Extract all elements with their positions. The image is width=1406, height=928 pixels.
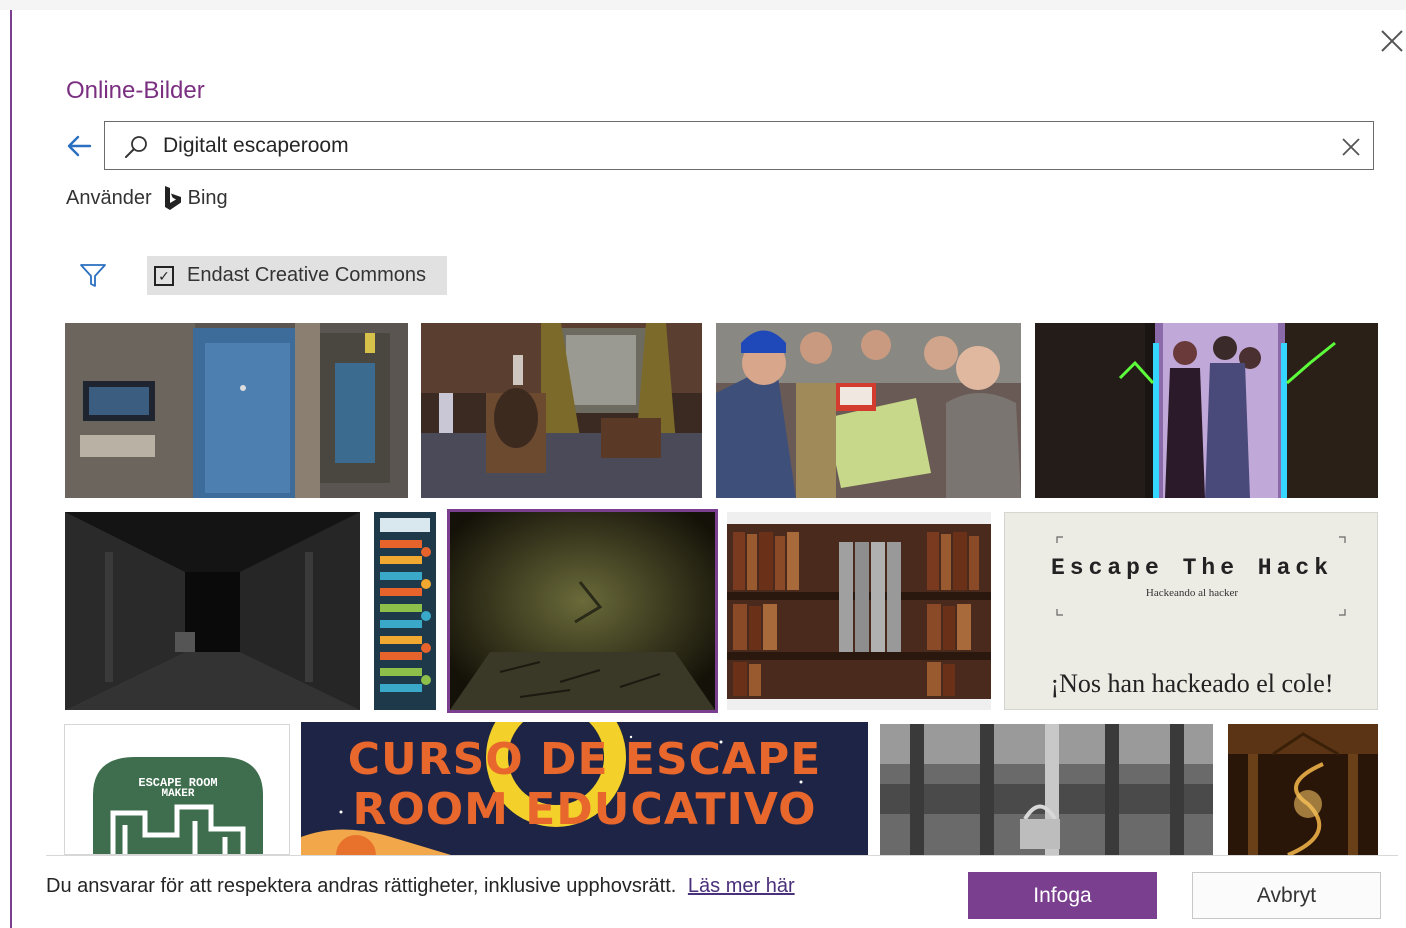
- rights-disclaimer: Du ansvarar för att respektera andras rä…: [46, 875, 795, 898]
- hack-bottom-text: ¡Nos han hackeado el cole!: [1050, 669, 1334, 698]
- search-input[interactable]: [163, 130, 1313, 162]
- thumb-industrial-door[interactable]: [65, 323, 408, 498]
- insert-button[interactable]: Infoga: [968, 872, 1157, 919]
- learn-more-link[interactable]: Läs mer här: [688, 875, 795, 897]
- maker-line2-text: MAKER: [161, 788, 195, 800]
- hack-subtitle-text: Hackeando al hacker: [1145, 587, 1239, 599]
- thumb-cave-wall[interactable]: [447, 509, 718, 713]
- creative-commons-label: Endast Creative Commons: [187, 264, 426, 286]
- bing-logo-icon: [164, 186, 181, 210]
- filter-icon[interactable]: [78, 261, 108, 291]
- disclaimer-text: Du ansvarar för att respektera andras rä…: [46, 875, 677, 897]
- provider-line: Använder Bing: [66, 184, 228, 212]
- curso-line2-text: ROOM EDUCATIVO: [352, 784, 817, 835]
- provider-name: Bing: [187, 186, 228, 209]
- thumb-dark-corridor[interactable]: [65, 512, 360, 710]
- footer-divider: [46, 855, 1398, 856]
- creative-commons-toggle[interactable]: ✓ Endast Creative Commons: [147, 256, 447, 295]
- thumb-curso-escape-room[interactable]: CURSO DE ESCAPE ROOM EDUCATIVO: [301, 722, 868, 855]
- dialog-title: Online-Bilder: [66, 77, 205, 104]
- thumb-neon-figures[interactable]: [1035, 323, 1378, 498]
- window-top-strip: [0, 0, 1406, 10]
- curso-line1-text: CURSO DE ESCAPE: [347, 734, 822, 785]
- thumb-escape-the-hack[interactable]: Escape The Hack Hackeando al hacker ¡Nos…: [1004, 512, 1378, 710]
- search-box: [104, 121, 1374, 170]
- thumb-victorian-room[interactable]: [421, 323, 702, 498]
- hack-title-text: Escape The Hack: [1050, 555, 1334, 581]
- thumb-bookshelf[interactable]: [727, 512, 991, 710]
- thumb-spiral-stairs[interactable]: [1228, 724, 1378, 855]
- checkbox-checked-icon[interactable]: ✓: [154, 265, 174, 286]
- using-label: Använder: [66, 186, 152, 209]
- thumb-group-photo[interactable]: [716, 323, 1021, 498]
- close-icon[interactable]: [1378, 27, 1406, 55]
- thumb-infographic[interactable]: [374, 512, 436, 710]
- thumb-escape-room-maker[interactable]: ESCAPE ROOM MAKER: [64, 724, 290, 855]
- clear-search-icon[interactable]: [1339, 135, 1363, 159]
- search-icon: [125, 136, 147, 158]
- cancel-button[interactable]: Avbryt: [1192, 872, 1381, 919]
- thumb-bw-lock[interactable]: [880, 724, 1213, 855]
- dialog-left-accent: [10, 10, 12, 928]
- back-arrow-icon[interactable]: [64, 131, 94, 161]
